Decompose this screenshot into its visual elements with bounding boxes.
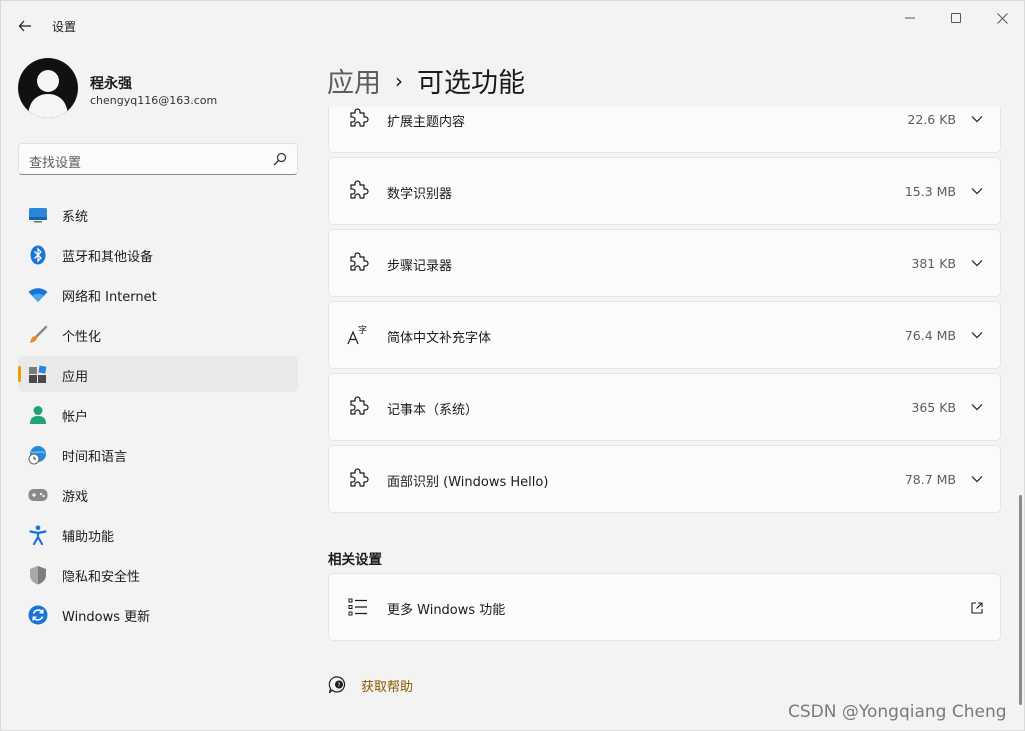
settings-window: 设置 程永强 chengyq116@163.com 查找设置 系统 蓝牙和其他设…: [0, 0, 1025, 731]
watermark: CSDN @Yongqiang Cheng: [788, 702, 1007, 722]
sidebar-item-bluetooth[interactable]: 蓝牙和其他设备: [18, 236, 298, 272]
feature-size: 15.3 MB: [904, 184, 956, 199]
sidebar-item-gaming[interactable]: 游戏: [18, 476, 298, 512]
sidebar-item-network[interactable]: 网络和 Internet: [18, 276, 298, 312]
puzzle-icon: [350, 108, 369, 127]
shield-icon: [28, 565, 48, 585]
account-icon: [28, 405, 48, 425]
feature-name: 面部识别 (Windows Hello): [387, 475, 549, 490]
wifi-icon: [28, 285, 48, 305]
feature-card[interactable]: 记事本（系统） 365 KB: [328, 373, 1001, 441]
brush-icon: [28, 325, 48, 345]
sidebar-item-label: 个性化: [62, 330, 102, 345]
sidebar-item-windows-update[interactable]: Windows 更新: [18, 596, 298, 632]
optional-features-list: 扩展主题内容 22.6 KB 数学识别器 15.3 MB 步骤记录器 381 K…: [321, 107, 1025, 731]
sidebar-item-label: Windows 更新: [62, 610, 151, 625]
sidebar-item-label: 辅助功能: [62, 530, 115, 545]
chevron-down-icon[interactable]: [970, 256, 984, 270]
chevron-down-icon[interactable]: [970, 184, 984, 198]
accessibility-icon: [28, 525, 48, 545]
page-title: 可选功能: [417, 68, 525, 99]
sidebar-item-label: 蓝牙和其他设备: [62, 250, 154, 265]
puzzle-icon: [350, 180, 369, 199]
chevron-down-icon[interactable]: [970, 400, 984, 414]
search-icon[interactable]: [273, 152, 287, 166]
update-icon: [28, 605, 48, 625]
bluetooth-icon: [28, 245, 48, 265]
close-button[interactable]: [979, 5, 1025, 31]
feature-card[interactable]: 面部识别 (Windows Hello) 78.7 MB: [328, 445, 1001, 513]
sidebar-item-time-language[interactable]: 时间和语言: [18, 436, 298, 472]
app-title: 设置: [52, 20, 77, 34]
minimize-button[interactable]: [887, 5, 933, 31]
feature-name: 简体中文补充字体: [387, 331, 492, 346]
sidebar-nav: 系统 蓝牙和其他设备 网络和 Internet 个性化 应用 帐户 时间和语言 …: [18, 196, 298, 636]
svg-text:字: 字: [358, 324, 367, 336]
puzzle-icon: [350, 252, 369, 271]
search-input[interactable]: 查找设置: [29, 152, 81, 171]
sidebar-item-label: 应用: [62, 370, 89, 385]
gamepad-icon: [28, 485, 48, 505]
back-arrow-icon: [18, 20, 31, 32]
breadcrumb: 应用 › 可选功能: [327, 61, 525, 100]
user-email: chengyq116@163.com: [90, 94, 218, 107]
sidebar-item-label: 系统: [62, 210, 89, 225]
sidebar-item-accessibility[interactable]: 辅助功能: [18, 516, 298, 552]
related-setting-label: 更多 Windows 功能: [387, 603, 506, 618]
sidebar-item-system[interactable]: 系统: [18, 196, 298, 232]
feature-card[interactable]: 字 简体中文补充字体 76.4 MB: [328, 301, 1001, 369]
sidebar-item-label: 隐私和安全性: [62, 570, 141, 585]
sidebar-item-personalization[interactable]: 个性化: [18, 316, 298, 352]
sidebar-item-apps[interactable]: 应用: [18, 356, 298, 392]
sidebar-item-label: 帐户: [62, 410, 89, 425]
feature-size: 78.7 MB: [904, 472, 956, 487]
apps-icon: [28, 365, 48, 385]
sidebar-item-label: 网络和 Internet: [62, 290, 157, 305]
feature-name: 记事本（系统）: [387, 403, 479, 418]
external-link-icon[interactable]: [970, 601, 984, 615]
puzzle-icon: [350, 396, 369, 415]
chevron-down-icon[interactable]: [970, 328, 984, 342]
maximize-icon: [951, 13, 961, 23]
sidebar-item-privacy[interactable]: 隐私和安全性: [18, 556, 298, 592]
feature-name: 数学识别器: [387, 187, 453, 202]
breadcrumb-parent[interactable]: 应用: [327, 68, 381, 99]
back-button[interactable]: [11, 13, 39, 39]
feature-size: 22.6 KB: [907, 112, 956, 127]
avatar[interactable]: [18, 58, 78, 118]
svg-text:?: ?: [337, 682, 340, 689]
more-windows-features-link[interactable]: 更多 Windows 功能: [328, 573, 1001, 641]
list-icon: [348, 598, 367, 616]
chevron-down-icon[interactable]: [970, 472, 984, 486]
sidebar-item-label: 时间和语言: [62, 450, 128, 465]
title-bar: 设置: [1, 1, 1024, 49]
person-silhouette-icon: [28, 70, 68, 118]
feature-size: 365 KB: [911, 400, 956, 415]
get-help[interactable]: ? 获取帮助: [328, 675, 413, 695]
chevron-down-icon[interactable]: [970, 112, 984, 126]
breadcrumb-separator: ›: [395, 69, 403, 93]
get-help-link[interactable]: 获取帮助: [361, 676, 413, 695]
search-box[interactable]: 查找设置: [18, 143, 298, 175]
font-icon: 字: [347, 324, 367, 345]
feature-name: 步骤记录器: [387, 259, 453, 274]
feature-card[interactable]: 步骤记录器 381 KB: [328, 229, 1001, 297]
feature-name: 扩展主题内容: [387, 115, 466, 130]
feature-card[interactable]: 数学识别器 15.3 MB: [328, 157, 1001, 225]
feature-size: 381 KB: [911, 256, 956, 271]
sidebar-item-accounts[interactable]: 帐户: [18, 396, 298, 432]
scrollbar[interactable]: [1019, 495, 1022, 705]
monitor-icon: [28, 205, 48, 225]
help-chat-icon: ?: [328, 676, 346, 694]
close-icon: [996, 12, 1008, 24]
sidebar-item-label: 游戏: [62, 490, 89, 505]
globe-clock-icon: [28, 445, 48, 465]
feature-card[interactable]: 扩展主题内容 22.6 KB: [328, 107, 1001, 153]
user-name: 程永强: [90, 76, 132, 92]
maximize-button[interactable]: [933, 5, 979, 31]
puzzle-icon: [350, 468, 369, 487]
feature-size: 76.4 MB: [904, 328, 956, 343]
minimize-icon: [905, 17, 915, 19]
related-settings-heading: 相关设置: [328, 552, 382, 568]
